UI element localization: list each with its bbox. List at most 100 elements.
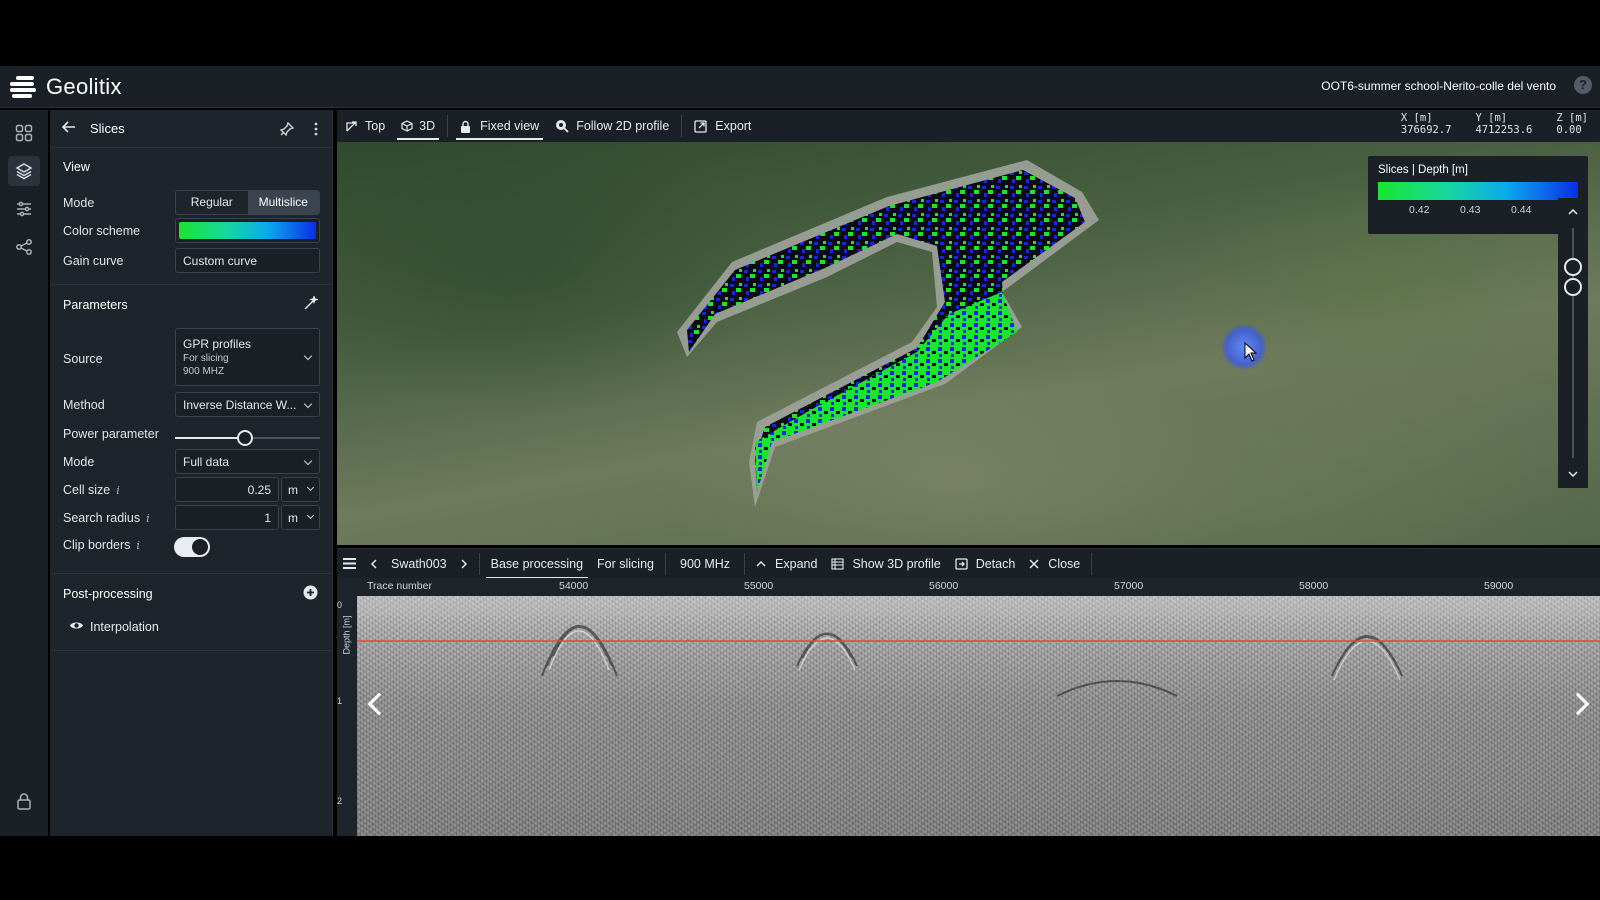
info-icon[interactable]: i: [116, 484, 120, 497]
trace-tick: 59000: [1484, 580, 1514, 592]
clip-borders-label-text: Clip borders: [63, 538, 131, 552]
detach-button[interactable]: Detach: [948, 549, 1023, 579]
clip-borders-toggle[interactable]: [174, 537, 210, 557]
wand-icon[interactable]: [303, 294, 319, 314]
source-type: GPR profiles: [183, 337, 252, 351]
app-bar: Geolitix OOT6-summer school-Nerito-colle…: [0, 66, 1600, 108]
search-radius-input[interactable]: 1: [175, 505, 279, 530]
depth-tick: 0: [337, 600, 343, 610]
help-icon[interactable]: ?: [1574, 76, 1592, 94]
more-icon[interactable]: [314, 122, 318, 139]
info-icon[interactable]: i: [146, 512, 150, 525]
cell-size-unit: m: [288, 482, 298, 497]
project-name[interactable]: OOT6-summer school-Nerito-colle del vent…: [1321, 79, 1556, 93]
power-parameter-label: Power parameter: [63, 427, 159, 441]
trace-tick: 57000: [1114, 580, 1144, 592]
previous-swath-button[interactable]: [363, 549, 384, 579]
share-icon[interactable]: [8, 232, 40, 262]
frequency-label[interactable]: 900 MHz: [670, 549, 740, 579]
cell-size-label-text: Cell size: [63, 483, 111, 497]
depth-range-slider[interactable]: [1558, 198, 1588, 488]
trace-number-axis: Trace number 54000 55000 56000 57000 580…: [337, 578, 1600, 596]
legend-tick: 0.44: [1511, 204, 1532, 216]
menu-icon[interactable]: [337, 549, 363, 579]
method-value: Inverse Distance W...: [183, 397, 297, 412]
y-coord-value: 4712253.6: [1475, 124, 1533, 136]
pin-icon[interactable]: [279, 121, 295, 139]
interp-mode-select[interactable]: Full data: [175, 449, 320, 474]
search-radius-unit-select[interactable]: m: [281, 505, 320, 530]
color-scheme-select[interactable]: [175, 218, 320, 243]
legend-tick: 0.43: [1460, 204, 1481, 216]
show-3d-profile-label: Show 3D profile: [852, 556, 941, 571]
show-3d-profile-button[interactable]: Show 3D profile: [824, 549, 947, 579]
swath-name: Swath003: [391, 556, 447, 571]
export-label: Export: [715, 119, 752, 133]
detach-label: Detach: [975, 556, 1016, 571]
next-swath-button[interactable]: [454, 549, 475, 579]
source-select[interactable]: GPR profiles For slicing 900 MHZ: [175, 328, 320, 386]
slider-handle-lower[interactable]: [1564, 278, 1582, 296]
gpr-radargram[interactable]: [357, 596, 1600, 836]
chevron-up-icon[interactable]: [1568, 204, 1578, 218]
divider: [50, 573, 333, 574]
close-icon: [1029, 558, 1039, 569]
z-coord-value: 0.00: [1556, 124, 1582, 136]
mode-regular-option[interactable]: Regular: [176, 191, 248, 214]
cell-size-unit-select[interactable]: m: [281, 477, 320, 502]
sliders-icon[interactable]: [8, 194, 40, 224]
close-button[interactable]: Close: [1022, 549, 1087, 579]
panel-title: Slices: [90, 121, 125, 136]
follow-2d-profile-button[interactable]: Follow 2D profile: [547, 110, 677, 142]
x-coord-label: X [m]: [1400, 112, 1433, 124]
power-slider-track[interactable]: [175, 430, 320, 446]
separator: [1091, 552, 1093, 575]
legend-title: Slices | Depth [m]: [1378, 164, 1468, 176]
cell-size-input[interactable]: 0.25: [175, 477, 279, 502]
fixed-view-button[interactable]: Fixed view: [452, 110, 547, 142]
logo[interactable]: Geolitix: [8, 73, 122, 101]
power-slider-handle[interactable]: [236, 430, 253, 446]
chevron-down-icon: [306, 483, 315, 492]
top-view-button[interactable]: Top: [337, 110, 393, 142]
chevron-down-icon: [303, 456, 313, 466]
method-select[interactable]: Inverse Distance W...: [175, 392, 320, 417]
eye-icon[interactable]: [69, 620, 84, 634]
interp-mode-label: Mode: [63, 455, 95, 469]
chevron-down-icon: [303, 399, 313, 409]
depth-axis: 0 Depth [m] 1 2: [337, 596, 357, 836]
3d-viewport[interactable]: Slices | Depth [m] 0.42 0.43 0.44: [337, 142, 1600, 545]
trace-tick: 55000: [744, 580, 774, 592]
gain-curve-label: Gain curve: [63, 254, 124, 268]
export-icon: [694, 119, 707, 133]
mouse-pointer-icon: [1244, 342, 1258, 362]
plus-circle-icon[interactable]: [303, 585, 318, 603]
chevron-down-icon[interactable]: [1568, 466, 1578, 480]
3d-view-button[interactable]: 3D: [393, 110, 443, 142]
interpolation-label: Interpolation: [90, 620, 159, 634]
separator: [681, 115, 683, 137]
view-section-title: View: [63, 160, 90, 174]
export-button[interactable]: Export: [686, 110, 759, 142]
back-arrow-icon[interactable]: [61, 121, 76, 136]
lock-icon[interactable]: [8, 786, 40, 816]
post-processing-title: Post-processing: [63, 587, 153, 601]
method-label: Method: [63, 398, 105, 412]
trace-tick: 56000: [929, 580, 959, 592]
info-icon[interactable]: i: [136, 539, 140, 552]
tab-for-slicing[interactable]: For slicing: [590, 549, 661, 579]
expand-button[interactable]: Expand: [749, 549, 824, 579]
mode-multislice-option[interactable]: Multislice: [247, 191, 319, 214]
slider-handle-upper[interactable]: [1564, 258, 1582, 276]
legend-tick: 0.42: [1409, 204, 1430, 216]
grid-icon[interactable]: [8, 118, 40, 148]
app-name: Geolitix: [46, 73, 122, 99]
tab-base-processing[interactable]: Base processing: [484, 549, 590, 579]
interp-mode-value: Full data: [183, 454, 230, 469]
separator: [478, 552, 480, 575]
layers-icon[interactable]: [8, 156, 40, 186]
post-processing-item[interactable]: Interpolation: [69, 620, 159, 634]
gain-curve-select[interactable]: Custom curve: [175, 248, 320, 273]
trace-tick: 58000: [1299, 580, 1329, 592]
follow-profile-icon: [556, 120, 569, 133]
